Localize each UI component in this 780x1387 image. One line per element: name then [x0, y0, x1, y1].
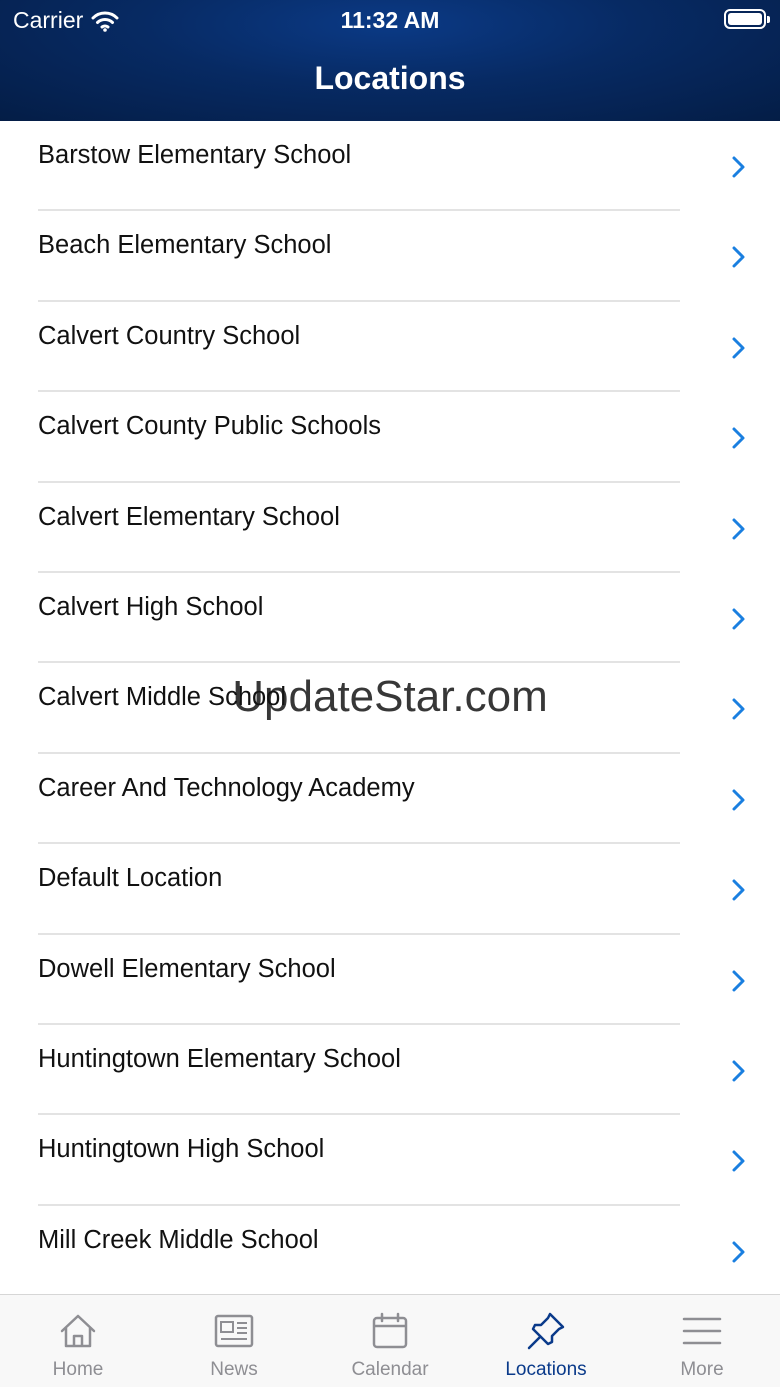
- location-name: Calvert Middle School: [38, 683, 287, 712]
- tab-bar: Home News Calendar Locations More: [0, 1294, 780, 1387]
- location-name: Calvert High School: [38, 592, 264, 621]
- location-row[interactable]: Dowell Elementary School: [0, 935, 780, 1025]
- location-name: Beach Elementary School: [38, 231, 332, 260]
- tab-label: Home: [52, 1359, 104, 1380]
- chevron-right-icon: [732, 970, 745, 992]
- home-icon: [60, 1314, 96, 1348]
- chevron-right-icon: [732, 608, 745, 630]
- location-name: Huntingtown Elementary School: [38, 1044, 401, 1073]
- location-name: Default Location: [38, 864, 223, 893]
- location-name: Calvert County Public Schools: [38, 412, 381, 441]
- location-name: Career And Technology Academy: [38, 773, 415, 802]
- location-row[interactable]: Calvert High School: [0, 573, 780, 664]
- location-row[interactable]: Calvert County Public Schools: [0, 392, 780, 483]
- location-row[interactable]: Huntingtown High School: [0, 1115, 780, 1206]
- tab-calendar[interactable]: Calendar: [312, 1295, 468, 1387]
- location-name: Mill Creek Middle School: [38, 1225, 319, 1254]
- chevron-right-icon: [732, 156, 745, 178]
- calendar-icon: [372, 1312, 408, 1349]
- tab-label: Calendar: [351, 1359, 429, 1380]
- location-row[interactable]: Barstow Elementary School: [0, 121, 780, 212]
- locations-list: Barstow Elementary School Beach Elementa…: [0, 121, 780, 1294]
- location-row[interactable]: Mill Creek Middle School: [0, 1206, 780, 1294]
- tab-label: Locations: [505, 1359, 587, 1380]
- chevron-right-icon: [732, 789, 745, 811]
- chevron-right-icon: [732, 246, 745, 268]
- page-title: Locations: [314, 60, 466, 96]
- location-row[interactable]: Calvert Elementary School: [0, 483, 780, 573]
- location-name: Calvert Country School: [38, 321, 301, 350]
- location-name: Dowell Elementary School: [38, 954, 336, 983]
- chevron-right-icon: [732, 879, 745, 901]
- tab-locations[interactable]: Locations: [468, 1295, 624, 1387]
- chevron-right-icon: [732, 698, 745, 720]
- chevron-right-icon: [732, 1150, 745, 1172]
- tab-more[interactable]: More: [624, 1295, 780, 1387]
- location-name: Barstow Elementary School: [38, 141, 352, 169]
- navigation-header: Carrier 11:32 AM Locations: [0, 0, 780, 121]
- location-name: Huntingtown High School: [38, 1135, 325, 1164]
- menu-icon: [682, 1317, 722, 1345]
- newspaper-icon: [214, 1314, 254, 1348]
- status-bar: Carrier 11:32 AM: [0, 0, 780, 40]
- location-row[interactable]: Huntingtown Elementary School: [0, 1025, 780, 1116]
- location-name: Calvert Elementary School: [38, 502, 340, 531]
- chevron-right-icon: [732, 337, 745, 359]
- tab-home[interactable]: Home: [0, 1295, 156, 1387]
- chevron-right-icon: [732, 1060, 745, 1082]
- chevron-right-icon: [732, 427, 745, 449]
- tab-label: More: [680, 1359, 724, 1380]
- chevron-right-icon: [732, 1241, 745, 1263]
- location-row[interactable]: Calvert Middle School: [0, 663, 780, 754]
- location-row[interactable]: Beach Elementary School: [0, 211, 780, 302]
- location-row[interactable]: Calvert Country School: [0, 302, 780, 393]
- chevron-right-icon: [732, 518, 745, 540]
- location-row[interactable]: Career And Technology Academy: [0, 754, 780, 845]
- pushpin-icon: [527, 1312, 565, 1350]
- status-time: 11:32 AM: [340, 7, 440, 33]
- tab-label: News: [210, 1359, 258, 1380]
- tab-news[interactable]: News: [156, 1295, 312, 1387]
- location-row[interactable]: Default Location: [0, 844, 780, 935]
- battery-icon: [724, 9, 770, 29]
